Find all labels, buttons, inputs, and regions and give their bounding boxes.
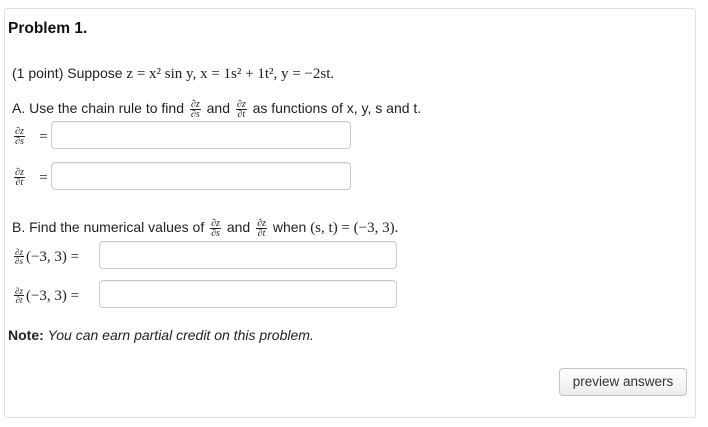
answer-b-dzdt-input[interactable] <box>99 280 397 308</box>
points-label: (1 point) Suppose <box>12 65 123 81</box>
part-b-prompt: B. Find the numerical values of ∂z ∂s an… <box>12 218 399 239</box>
part-b-dzds-label: ∂z ∂s (−3, 3) = <box>14 247 80 267</box>
part-a-prompt: A. Use the chain rule to find ∂z ∂s and … <box>12 99 422 120</box>
part-b-point: (s, t) = (−3, 3). <box>310 220 399 237</box>
part-a-and: and <box>206 100 230 117</box>
problem-statement: (1 point) Suppose z = x² sin y, x = 1s² … <box>12 65 334 83</box>
note-label: Note: <box>8 327 44 343</box>
part-a-prompt-start: A. Use the chain rule to find <box>12 100 184 117</box>
preview-answers-button[interactable]: preview answers <box>559 368 687 396</box>
part-a-prompt-end: as functions of x, y, s and t. <box>252 100 422 117</box>
part-b-dzdt-label: ∂z ∂t (−3, 3) = <box>14 286 80 306</box>
part-b-prompt-start: B. Find the numerical values of <box>12 219 205 236</box>
note-text: You can earn partial credit on this prob… <box>47 327 314 343</box>
part-b-and: and <box>226 219 251 236</box>
answer-a-dzds-input[interactable] <box>51 121 351 149</box>
answer-a-dzdt-input[interactable] <box>51 162 351 190</box>
dz-dt-fraction: ∂z ∂t <box>235 99 247 120</box>
part-a-dzdt-label: ∂z ∂t = <box>14 167 48 188</box>
part-a-dzds-label: ∂z ∂s = <box>14 126 48 147</box>
part-b-when: when <box>272 219 307 236</box>
partial-credit-note: Note: You can earn partial credit on thi… <box>8 327 314 343</box>
answer-b-dzds-input[interactable] <box>99 241 397 269</box>
dz-ds-fraction: ∂z ∂s <box>189 99 201 120</box>
problem-title: Problem 1. <box>8 20 88 37</box>
statement-math: z = x² sin y, x = 1s² + 1t², y = −2st. <box>126 66 335 82</box>
